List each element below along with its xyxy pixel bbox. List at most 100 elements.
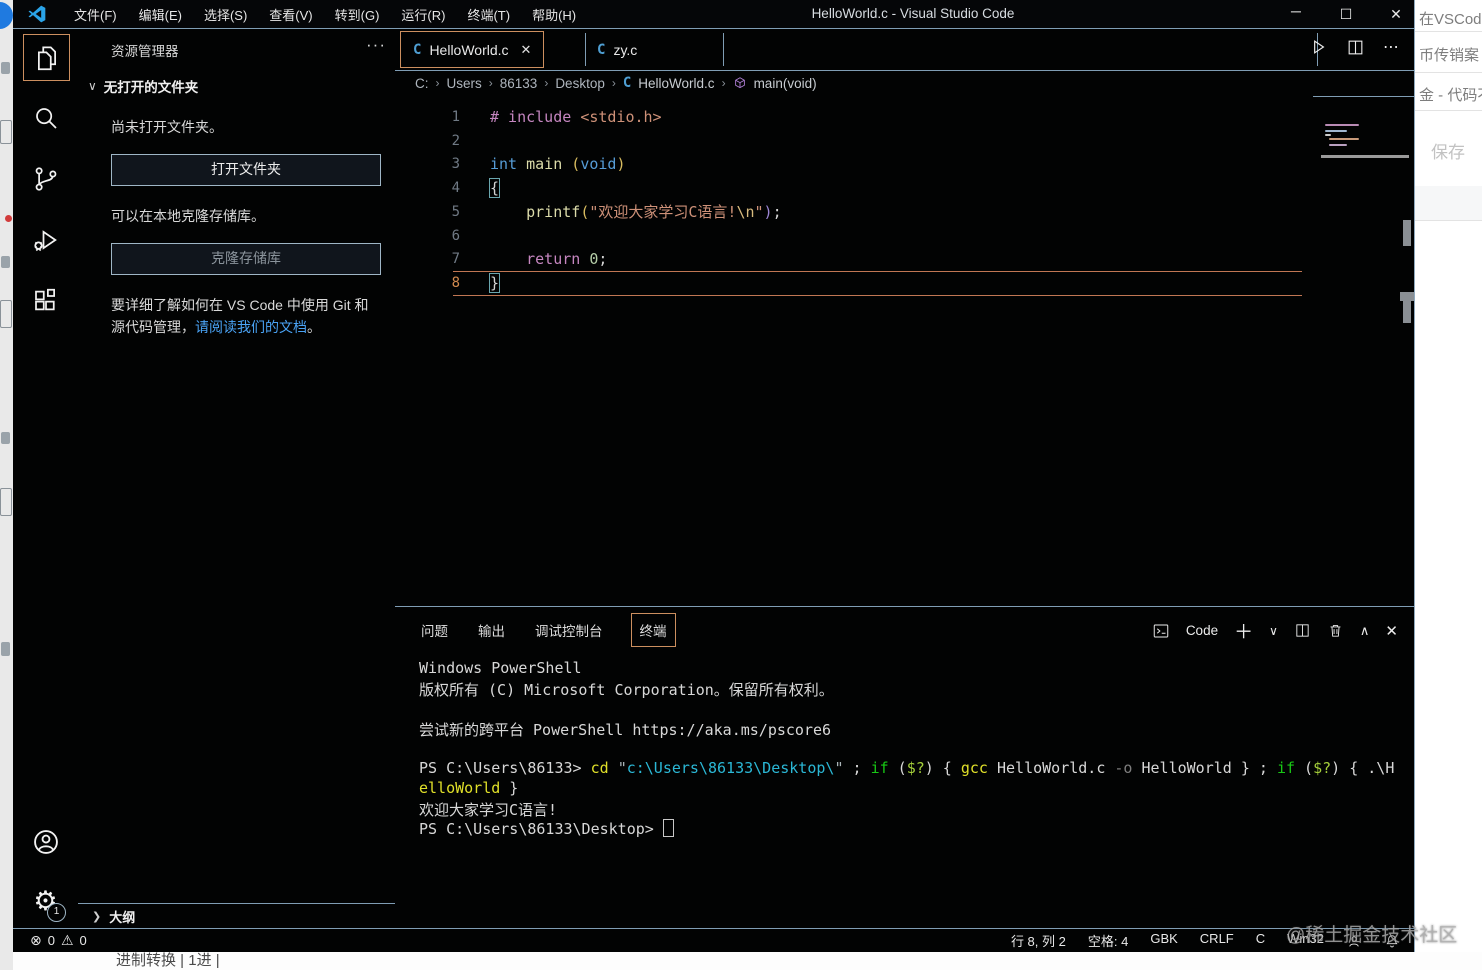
c-file-icon: C (623, 75, 631, 91)
clone-hint-text: 可以在本地克隆存储库。 (111, 206, 265, 226)
line-number: 4 (395, 180, 460, 196)
no-folder-text: 尚未打开文件夹。 (111, 117, 223, 137)
watermark: @稀土掘金技术社区 (1286, 920, 1457, 947)
background-edge-mark (1, 256, 10, 268)
breadcrumb-item[interactable]: C: (415, 76, 429, 91)
close-button[interactable]: ✕ (1386, 6, 1406, 23)
section-label: 无打开的文件夹 (104, 76, 199, 96)
code-line: 7 return 0; (395, 247, 1414, 271)
clone-repo-button[interactable]: 克隆存储库 (111, 243, 381, 275)
errors-icon: ⊗ (30, 932, 42, 949)
vscode-window: 文件(F)编辑(E)选择(S)查看(V)转到(G)运行(R)终端(T)帮助(H)… (13, 0, 1415, 952)
run-file-icon[interactable] (1308, 37, 1328, 57)
close-panel-icon[interactable]: ✕ (1385, 622, 1398, 640)
explorer-icon (32, 43, 62, 73)
status-cursor-position[interactable]: 行 8, 列 2 (1011, 931, 1066, 950)
background-page-item[interactable]: 币传销案 (1419, 44, 1479, 65)
account-icon (30, 826, 62, 858)
breadcrumb-item[interactable]: main(void) (754, 76, 817, 91)
background-edge-mark (0, 300, 12, 328)
minimap-slider[interactable] (1321, 155, 1409, 158)
chevron-down-icon[interactable]: ∨ (1269, 624, 1278, 638)
background-page-item[interactable]: 在VSCod (1419, 8, 1482, 29)
sidebar-item-search[interactable] (23, 95, 68, 140)
menu-bar: 文件(F)编辑(E)选择(S)查看(V)转到(G)运行(R)终端(T)帮助(H) (65, 0, 585, 28)
kill-terminal-icon[interactable] (1327, 622, 1344, 639)
panel-tab-问题[interactable]: 问题 (419, 614, 450, 646)
code-line: 1# include <stdio.h> (395, 105, 1414, 129)
panel-tab-调试控制台[interactable]: 调试控制台 (533, 614, 605, 646)
sidebar-title: 资源管理器 (111, 40, 179, 60)
maximize-panel-icon[interactable]: ∧ (1360, 623, 1370, 639)
terminal-output[interactable]: Windows PowerShell版权所有 (C) Microsoft Cor… (419, 659, 1399, 859)
sidebar-item-run-debug[interactable] (23, 217, 68, 262)
status-language-mode[interactable]: C (1256, 931, 1265, 950)
code-editor[interactable]: 1# include <stdio.h>23int main (void)4{5… (395, 99, 1414, 606)
menu-item-终端(T)[interactable]: 终端(T) (458, 2, 519, 27)
new-terminal-icon[interactable]: ＋ (1234, 617, 1253, 644)
tab-zy.c[interactable]: Czy.c (585, 31, 649, 68)
scrollbar-thumb[interactable] (1403, 220, 1411, 246)
breadcrumb-item[interactable]: Users (447, 76, 482, 91)
git-text-end: 。 (307, 319, 321, 335)
status-eol[interactable]: CRLF (1200, 931, 1234, 950)
breadcrumb-item[interactable]: 86133 (500, 76, 538, 91)
chevron-right-icon: › (544, 76, 548, 90)
line-number: 7 (395, 251, 460, 267)
menu-item-查看(V)[interactable]: 查看(V) (260, 2, 321, 27)
more-actions-icon[interactable]: ··· (366, 35, 386, 55)
sidebar-item-extensions[interactable] (23, 278, 68, 323)
section-no-folder[interactable]: ∨ 无打开的文件夹 (88, 76, 198, 96)
breadcrumb-item[interactable]: Desktop (555, 76, 605, 91)
maximize-button[interactable]: ☐ (1336, 6, 1356, 23)
menu-item-运行(R)[interactable]: 运行(R) (392, 2, 454, 27)
menu-item-选择(S)[interactable]: 选择(S) (195, 2, 256, 27)
outline-section[interactable]: ❯ 大纲 (78, 903, 408, 928)
close-tab-icon[interactable]: ✕ (521, 42, 532, 58)
tab-HelloWorld.c[interactable]: CHelloWorld.c✕ (400, 31, 544, 68)
scrollbar-thumb[interactable] (1403, 301, 1411, 323)
open-folder-button[interactable]: 打开文件夹 (111, 154, 381, 186)
split-terminal-icon[interactable] (1294, 622, 1311, 639)
minimize-button[interactable]: ─ (1286, 3, 1306, 19)
background-page-item[interactable]: 金 - 代码不 (1419, 84, 1482, 105)
menu-item-转到(G)[interactable]: 转到(G) (326, 2, 389, 27)
account-button[interactable] (23, 819, 68, 864)
background-save-label[interactable]: 保存 (1431, 138, 1465, 163)
line-number: 6 (395, 228, 460, 244)
divider (1415, 110, 1482, 111)
status-encoding[interactable]: GBK (1150, 931, 1177, 950)
background-edge-mark (1, 62, 10, 74)
panel-toolbar: Code ＋ ∨ ∧ ✕ (1152, 617, 1398, 644)
chevron-right-icon: ❯ (92, 910, 101, 923)
terminal-cursor (663, 819, 674, 837)
breadcrumb-item[interactable]: HelloWorld.c (638, 76, 714, 91)
menu-item-文件(F)[interactable]: 文件(F) (65, 2, 126, 27)
status-indentation[interactable]: 空格: 4 (1088, 931, 1128, 950)
more-actions-icon[interactable]: ⋯ (1383, 37, 1400, 57)
warnings-count: 0 (80, 933, 87, 948)
c-file-icon: C (597, 42, 605, 58)
chevron-right-icon: › (436, 76, 440, 90)
problems-status[interactable]: ⊗ 0 ⚠ 0 (30, 932, 87, 949)
code-line: 6 (395, 224, 1414, 248)
menu-item-帮助(H)[interactable]: 帮助(H) (523, 2, 585, 27)
minimap[interactable] (1321, 122, 1411, 152)
shell-name[interactable]: Code (1186, 623, 1218, 638)
line-number: 3 (395, 156, 460, 172)
panel-tab-输出[interactable]: 输出 (476, 614, 507, 646)
code-line: 4{ (395, 176, 1414, 200)
settings-button[interactable]: ⚙ 1 (23, 879, 68, 924)
terminal-line: Windows PowerShell (419, 659, 1409, 679)
tab-label: HelloWorld.c (429, 42, 508, 58)
breadcrumb: C:›Users›86133›Desktop›CHelloWorld.c›mai… (415, 75, 817, 91)
panel-tab-终端[interactable]: 终端 (631, 613, 676, 647)
code-text: } (490, 274, 499, 292)
sidebar-item-source-control[interactable] (23, 156, 68, 201)
code-text: # include <stdio.h> (490, 108, 662, 126)
sidebar-item-explorer[interactable] (23, 34, 70, 81)
menu-item-编辑(E)[interactable]: 编辑(E) (130, 2, 191, 27)
split-editor-icon[interactable] (1346, 38, 1365, 57)
settings-badge: 1 (47, 903, 66, 922)
git-docs-link[interactable]: 请阅读我们的文档 (195, 319, 307, 335)
